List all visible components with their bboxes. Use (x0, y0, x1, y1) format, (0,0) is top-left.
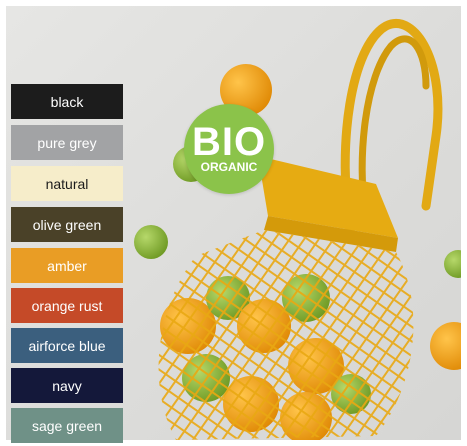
color-swatch-sage-green[interactable]: sage green (11, 408, 123, 443)
color-swatch-black[interactable]: black (11, 84, 123, 119)
product-image-frame: BIO ORGANIC black pure grey natural oliv… (0, 0, 467, 446)
color-swatch-airforce-blue[interactable]: airforce blue (11, 328, 123, 363)
swatch-label: sage green (31, 417, 103, 434)
color-swatch-pure-grey[interactable]: pure grey (11, 125, 123, 160)
color-swatch-navy[interactable]: navy (11, 368, 123, 403)
color-swatch-natural[interactable]: natural (11, 166, 123, 201)
swatch-label: orange rust (31, 297, 103, 314)
swatch-label: black (50, 93, 84, 110)
color-swatch-olive-green[interactable]: olive green (11, 207, 123, 242)
swatch-label: amber (47, 257, 87, 274)
color-swatch-orange-rust[interactable]: orange rust (11, 288, 123, 323)
swatch-label: olive green (32, 216, 102, 233)
swatch-label: navy (52, 377, 82, 394)
swatch-label: airforce blue (28, 337, 106, 354)
swatch-label: natural (45, 175, 89, 192)
badge-organic-text: ORGANIC (200, 160, 258, 174)
color-swatch-amber[interactable]: amber (11, 248, 123, 283)
swatch-label: pure grey (37, 134, 97, 151)
bio-organic-badge: BIO ORGANIC (184, 104, 274, 194)
badge-bio-text: BIO (191, 120, 267, 164)
